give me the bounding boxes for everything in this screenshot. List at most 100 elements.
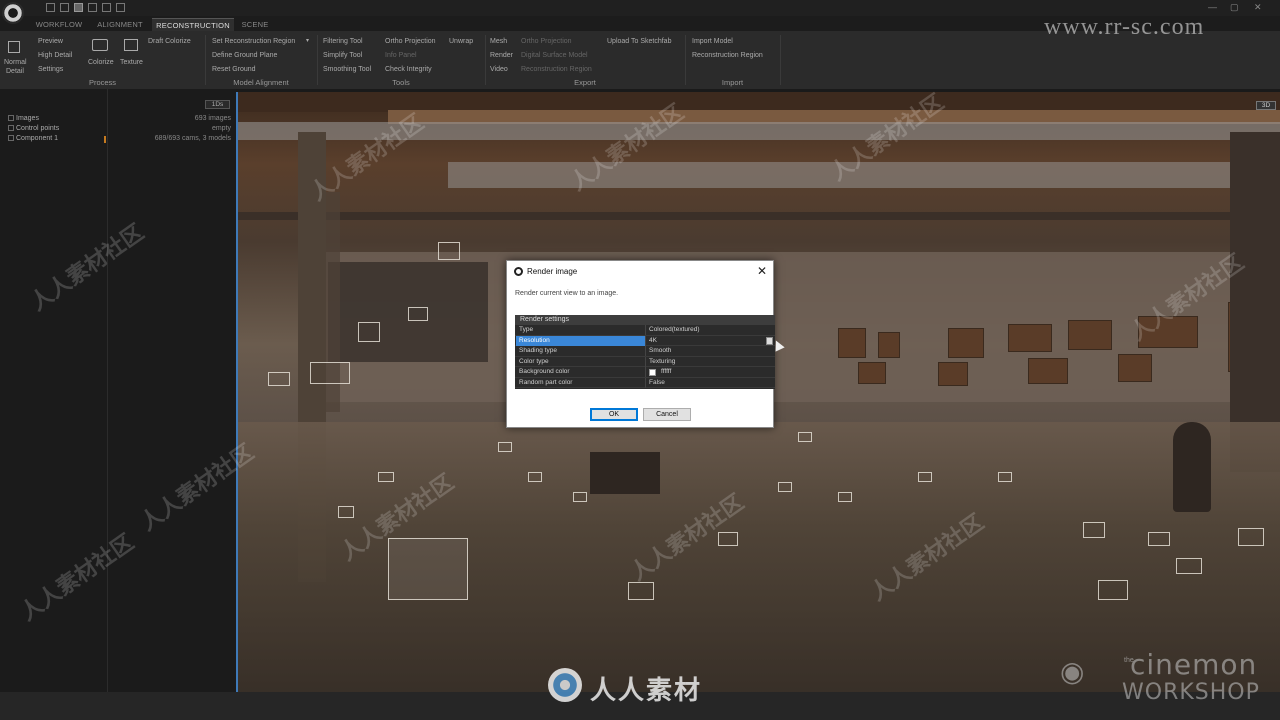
color-swatch[interactable] bbox=[649, 369, 656, 376]
tree-item-value: empty bbox=[211, 125, 231, 132]
setting-value[interactable]: ffffff bbox=[661, 367, 671, 377]
camera-frustum[interactable] bbox=[573, 492, 587, 502]
normal-detail-button-line2[interactable]: Detail bbox=[6, 68, 24, 75]
camera-frustum[interactable] bbox=[498, 442, 512, 452]
expand-icon[interactable] bbox=[8, 125, 14, 131]
info-panel-button[interactable]: Info Panel bbox=[385, 52, 417, 59]
setting-value[interactable]: 4K bbox=[649, 336, 657, 346]
smoothing-tool-button[interactable]: Smoothing Tool bbox=[323, 66, 371, 73]
draft-colorize-button[interactable]: Draft Colorize bbox=[148, 38, 191, 45]
expand-icon[interactable] bbox=[8, 115, 14, 121]
workspace-icon-5[interactable] bbox=[102, 3, 111, 12]
import-model-button[interactable]: Import Model bbox=[692, 38, 733, 45]
camera-frustum[interactable] bbox=[388, 538, 468, 600]
camera-frustum[interactable] bbox=[1148, 532, 1170, 546]
unwrap-button[interactable]: Unwrap bbox=[449, 38, 473, 45]
texture-button[interactable]: Texture bbox=[120, 59, 143, 66]
setting-key: Type bbox=[519, 326, 534, 333]
normal-detail-button[interactable]: Normal bbox=[4, 59, 27, 66]
wall-frame bbox=[1008, 324, 1052, 352]
setting-value[interactable]: Texturing bbox=[649, 357, 675, 367]
camera-frustum[interactable] bbox=[408, 307, 428, 321]
setting-row-resolution[interactable]: Resolution 4K bbox=[515, 335, 785, 352]
camera-frustum[interactable] bbox=[778, 482, 792, 492]
camera-frustum[interactable] bbox=[1238, 528, 1264, 546]
expand-icon[interactable] bbox=[8, 135, 14, 141]
setting-row-type[interactable]: Type Colored(textured) bbox=[515, 325, 775, 336]
camera-frustum[interactable] bbox=[268, 372, 290, 386]
camera-frustum[interactable] bbox=[628, 582, 654, 600]
setting-value[interactable]: Smooth bbox=[649, 346, 671, 356]
maximize-icon[interactable]: ▢ bbox=[1230, 2, 1239, 13]
viewport-3d-badge[interactable]: 3D bbox=[1256, 101, 1276, 110]
reset-ground-button[interactable]: Reset Ground bbox=[212, 66, 256, 73]
camera-frustum[interactable] bbox=[438, 242, 460, 260]
camera-frustum[interactable] bbox=[528, 472, 542, 482]
setting-row-shading-type[interactable]: Shading type Smooth bbox=[515, 346, 775, 357]
camera-frustum[interactable] bbox=[1176, 558, 1202, 574]
tree-item-control-points[interactable]: Control points bbox=[8, 125, 59, 132]
setting-row-background-color[interactable]: Background color ffffff bbox=[515, 367, 775, 378]
setting-row-random-part-color[interactable]: Random part color False bbox=[515, 377, 775, 388]
dropdown-arrow-icon[interactable]: ▾ bbox=[306, 37, 309, 44]
cancel-button[interactable]: Cancel bbox=[643, 408, 691, 421]
set-reconstruction-region-button[interactable]: Set Reconstruction Region bbox=[212, 38, 295, 45]
workspace-icon-3[interactable] bbox=[74, 3, 83, 12]
setting-row-color-type[interactable]: Color type Texturing bbox=[515, 356, 775, 367]
app-logo-icon[interactable] bbox=[2, 2, 24, 24]
tree-item-label: Control points bbox=[16, 125, 60, 132]
camera-frustum[interactable] bbox=[798, 432, 812, 442]
define-ground-plane-button[interactable]: Define Ground Plane bbox=[212, 52, 277, 59]
camera-frustum[interactable] bbox=[310, 362, 350, 384]
upload-sketchfab-button[interactable]: Upload To Sketchfab bbox=[607, 38, 671, 45]
texture-icon bbox=[124, 39, 138, 51]
colorize-icon bbox=[92, 39, 108, 51]
setting-key: Color type bbox=[519, 357, 549, 365]
camera-frustum[interactable] bbox=[338, 506, 354, 518]
camera-frustum[interactable] bbox=[918, 472, 932, 482]
tab-alignment[interactable]: ALIGNMENT bbox=[92, 18, 148, 31]
ortho-projection-tool-button[interactable]: Ortho Projection bbox=[385, 38, 436, 45]
camera-frustum[interactable] bbox=[838, 492, 852, 502]
tree-item-component-1[interactable]: Component 1 bbox=[8, 135, 58, 142]
export-video-button[interactable]: Video bbox=[490, 66, 508, 73]
export-reconstruction-region-button[interactable]: Reconstruction Region bbox=[521, 66, 592, 73]
settings-button[interactable]: Settings bbox=[38, 66, 63, 73]
workspace-icon-4[interactable] bbox=[88, 3, 97, 12]
tab-workflow[interactable]: WORKFLOW bbox=[30, 18, 88, 31]
camera-frustum[interactable] bbox=[1083, 522, 1105, 538]
setting-value[interactable]: False bbox=[649, 378, 665, 388]
export-ortho-projection-button[interactable]: Ortho Projection bbox=[521, 38, 572, 45]
minimize-icon[interactable]: — bbox=[1208, 2, 1217, 12]
export-render-button[interactable]: Render bbox=[490, 52, 513, 59]
tree-item-images[interactable]: Images bbox=[8, 115, 39, 122]
wall-frame bbox=[948, 328, 984, 358]
setting-value[interactable]: Colored(textured) bbox=[649, 325, 700, 335]
workspace-icon-1[interactable] bbox=[46, 3, 55, 12]
tab-reconstruction[interactable]: RECONSTRUCTION bbox=[152, 18, 234, 31]
tree-item-label: Component 1 bbox=[16, 135, 59, 142]
column-divider bbox=[645, 346, 646, 356]
ok-button[interactable]: OK bbox=[590, 408, 638, 421]
camera-frustum[interactable] bbox=[358, 322, 380, 342]
close-window-icon[interactable]: ✕ bbox=[1254, 2, 1262, 13]
colorize-button[interactable]: Colorize bbox=[88, 59, 114, 66]
high-detail-button[interactable]: High Detail bbox=[38, 52, 72, 59]
camera-frustum[interactable] bbox=[1098, 580, 1128, 600]
workspace-icon-6[interactable] bbox=[116, 3, 125, 12]
simplify-tool-button[interactable]: Simplify Tool bbox=[323, 52, 362, 59]
export-dsm-button[interactable]: Digital Surface Model bbox=[521, 52, 588, 59]
camera-frustum[interactable] bbox=[378, 472, 394, 482]
camera-frustum[interactable] bbox=[718, 532, 738, 546]
tab-scene[interactable]: SCENE bbox=[238, 18, 272, 31]
close-icon[interactable]: ✕ bbox=[757, 264, 767, 278]
filtering-tool-button[interactable]: Filtering Tool bbox=[323, 38, 363, 45]
import-reconstruction-region-button[interactable]: Reconstruction Region bbox=[692, 52, 763, 59]
check-integrity-button[interactable]: Check Integrity bbox=[385, 66, 432, 73]
panel-1ds-badge[interactable]: 1Ds bbox=[205, 100, 230, 109]
dialog-message: Render current view to an image. bbox=[515, 290, 619, 297]
camera-frustum[interactable] bbox=[998, 472, 1012, 482]
workspace-icon-2[interactable] bbox=[60, 3, 69, 12]
export-mesh-button[interactable]: Mesh bbox=[490, 38, 507, 45]
preview-button[interactable]: Preview bbox=[38, 38, 63, 45]
